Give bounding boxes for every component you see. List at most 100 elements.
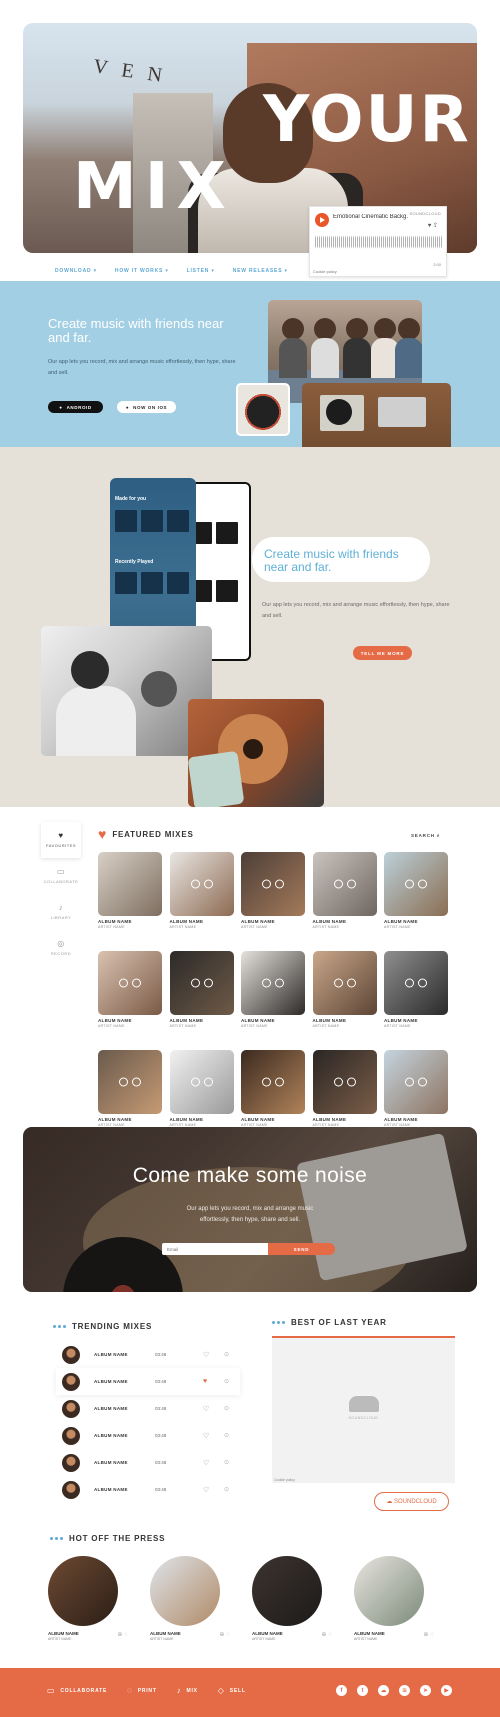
nav-download[interactable]: DOWNLOAD ▾ — [55, 268, 97, 274]
play-controls[interactable] — [119, 1077, 141, 1087]
add-icon[interactable] — [346, 879, 356, 889]
footer-link-print[interactable]: ◌ PRINT — [127, 1686, 157, 1695]
album-card[interactable]: ALBUM NAME ARTIST NAME — [384, 951, 448, 1028]
footer-link-collaborate[interactable]: ▭ COLLABORATE — [47, 1686, 107, 1695]
album-cover[interactable] — [241, 852, 305, 916]
play-controls[interactable] — [119, 978, 141, 988]
nav-how-it-works[interactable]: HOW IT WORKS ▾ — [115, 268, 169, 274]
share-icons[interactable]: ⊕◌ — [423, 1631, 436, 1638]
sidebar-item-record[interactable]: ◎ RECORD — [41, 930, 81, 966]
ios-button[interactable]: ● NOW ON IOS — [117, 401, 176, 413]
album-card[interactable]: ALBUM NAME ARTIST NAME — [169, 1050, 234, 1127]
cookie-policy-link[interactable]: Cookie policy — [313, 269, 337, 274]
play-icon[interactable] — [262, 879, 271, 889]
press-item[interactable]: ALBUM NAME ARTIST NAME ⊕◌ — [252, 1556, 332, 1641]
search-link[interactable]: SEARCH ⌕ — [411, 833, 440, 838]
soundcloud-button[interactable]: ☁ SOUNDCLOUD — [374, 1492, 449, 1511]
play-icon[interactable] — [315, 213, 329, 227]
play-icon[interactable] — [333, 879, 343, 889]
play-controls[interactable] — [405, 879, 427, 889]
send-button[interactable]: SEND — [268, 1243, 335, 1255]
album-cover[interactable] — [241, 951, 305, 1015]
album-cover[interactable] — [48, 1556, 118, 1626]
album-cover[interactable] — [169, 852, 234, 916]
spotify-icon[interactable]: ≋ — [399, 1685, 410, 1696]
add-icon[interactable] — [203, 879, 213, 889]
sidebar-item-collaborate[interactable]: ▭ COLLABORATE — [41, 858, 81, 894]
album-card[interactable]: ALBUM NAME ARTIST NAME — [312, 1050, 377, 1127]
trending-row[interactable]: ALBUM NAME 03:48 ♡ ⊙ — [56, 1395, 240, 1422]
album-cover[interactable] — [312, 951, 377, 1015]
footer-link-sell[interactable]: ◇ SELL — [218, 1686, 246, 1695]
add-icon[interactable] — [418, 879, 427, 889]
press-item[interactable]: ALBUM NAME ARTIST NAME ⊕◌ — [354, 1556, 434, 1641]
more-icon[interactable]: ⊙ — [224, 1459, 229, 1466]
more-icon[interactable]: ⊙ — [224, 1432, 229, 1439]
nav-new-releases[interactable]: NEW RELEASES ▾ — [233, 268, 288, 274]
share-icons[interactable]: ⊕◌ — [117, 1631, 130, 1638]
add-icon[interactable] — [275, 879, 284, 889]
album-cover[interactable] — [98, 852, 162, 916]
play-controls[interactable] — [190, 879, 213, 889]
album-cover[interactable] — [169, 1050, 234, 1114]
waveform[interactable] — [315, 231, 443, 253]
album-card[interactable]: ALBUM NAME ARTIST NAME — [241, 852, 305, 929]
album-card[interactable]: ALBUM NAME ARTIST NAME — [241, 1050, 305, 1127]
trending-row[interactable]: ALBUM NAME 03:48 ♥ ⊙ — [56, 1368, 240, 1395]
add-icon[interactable] — [275, 978, 284, 988]
twitter-icon[interactable]: t — [357, 1685, 368, 1696]
album-cover[interactable] — [384, 1050, 448, 1114]
play-icon[interactable] — [333, 1077, 343, 1087]
add-icon[interactable] — [346, 1077, 356, 1087]
heart-icon[interactable]: ♡ — [203, 1486, 224, 1494]
soundcloud-player-widget[interactable]: Emotional Cinematic Backg... SOUNDCLOUD … — [309, 206, 447, 277]
facebook-icon[interactable]: f — [336, 1685, 347, 1696]
album-card[interactable]: ALBUM NAME ARTIST NAME — [384, 852, 448, 929]
play-controls[interactable] — [405, 1077, 427, 1087]
play-icon[interactable] — [405, 1077, 414, 1087]
nav-listen[interactable]: LISTEN ▾ — [187, 268, 215, 274]
album-card[interactable]: ALBUM NAME ARTIST NAME — [312, 852, 377, 929]
email-field[interactable] — [162, 1243, 268, 1255]
album-cover[interactable] — [150, 1556, 220, 1626]
youtube-icon[interactable]: ▶ — [441, 1685, 452, 1696]
album-card[interactable]: ALBUM NAME ARTIST NAME — [384, 1050, 448, 1127]
play-controls[interactable] — [262, 978, 284, 988]
soundcloud-icon[interactable]: ☁ — [378, 1685, 389, 1696]
play-icon[interactable] — [405, 879, 414, 889]
album-cover[interactable] — [312, 1050, 377, 1114]
play-icon[interactable] — [405, 978, 414, 988]
album-card[interactable]: ALBUM NAME ARTIST NAME — [98, 852, 162, 929]
track-title[interactable]: Emotional Cinematic Backg... — [333, 214, 408, 220]
more-icon[interactable]: ⊙ — [224, 1405, 229, 1412]
album-card[interactable]: ALBUM NAME ARTIST NAME — [98, 1050, 162, 1127]
play-icon[interactable] — [262, 978, 271, 988]
heart-icon[interactable]: ♡ — [203, 1432, 224, 1440]
album-cover[interactable] — [312, 852, 377, 916]
album-card[interactable]: ALBUM NAME ARTIST NAME — [169, 852, 234, 929]
album-cover[interactable] — [241, 1050, 305, 1114]
more-icon[interactable]: ⊙ — [224, 1351, 229, 1358]
play-controls[interactable] — [333, 978, 356, 988]
play-controls[interactable] — [333, 1077, 356, 1087]
press-item[interactable]: ALBUM NAME ARTIST NAME ⊕◌ — [48, 1556, 128, 1641]
play-icon[interactable] — [190, 978, 200, 988]
album-card[interactable]: ALBUM NAME ARTIST NAME — [169, 951, 234, 1028]
soundcloud-brand[interactable]: SOUNDCLOUD — [410, 211, 441, 216]
play-icon[interactable] — [190, 1077, 200, 1087]
album-cover[interactable] — [98, 1050, 162, 1114]
heart-icon[interactable]: ♡ — [203, 1459, 224, 1467]
album-cover[interactable] — [98, 951, 162, 1015]
play-controls[interactable] — [262, 1077, 284, 1087]
sidebar-item-favourites[interactable]: ♥ FAVOURITES — [41, 822, 81, 858]
add-icon[interactable] — [418, 978, 427, 988]
share-icons[interactable]: ⊕◌ — [321, 1631, 334, 1638]
play-icon[interactable] — [190, 879, 200, 889]
play-icon[interactable] — [119, 978, 128, 988]
trending-row[interactable]: ALBUM NAME 03:48 ♡ ⊙ — [56, 1422, 240, 1449]
album-card[interactable]: ALBUM NAME ARTIST NAME — [241, 951, 305, 1028]
album-cover[interactable] — [354, 1556, 424, 1626]
trending-row[interactable]: ALBUM NAME 03:48 ♡ ⊙ — [56, 1341, 240, 1368]
add-icon[interactable] — [203, 1077, 213, 1087]
play-icon[interactable] — [119, 1077, 128, 1087]
